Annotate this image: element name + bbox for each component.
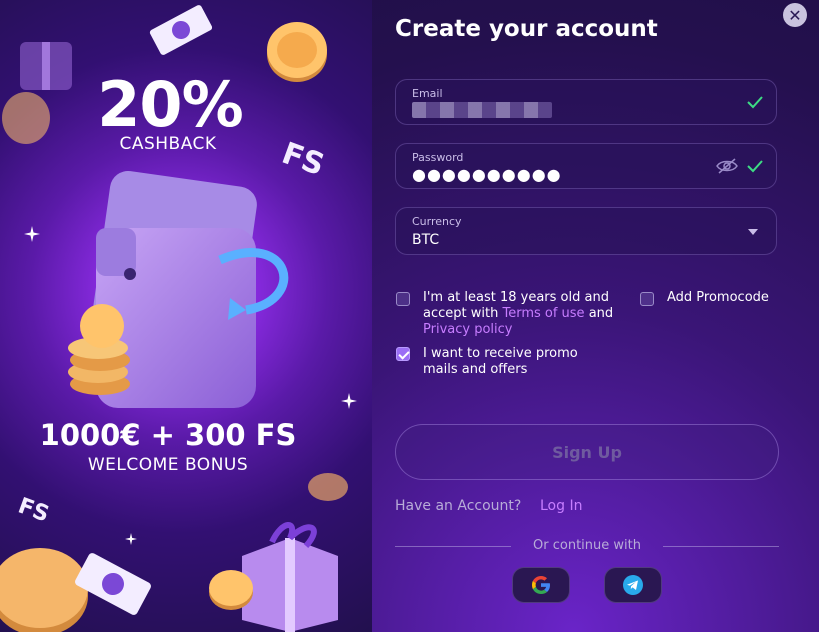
password-field[interactable]: Password ●●●●●●●●●● (395, 143, 777, 189)
fs-badge: FS (14, 493, 53, 528)
divider-right (663, 546, 779, 547)
coin-blur-icon (308, 473, 348, 501)
sparkle-icon (341, 393, 357, 409)
password-value: ●●●●●●●●●● (412, 165, 562, 184)
promo-mails-label: I want to receive promo mails and offers (423, 346, 578, 377)
signup-modal: FS FS 20% CASHBACK 1000€ + 300 FS WELCOM… (0, 0, 819, 632)
email-value-redacted (412, 102, 552, 118)
currency-select[interactable]: Currency BTC (395, 207, 777, 255)
email-field[interactable]: Email (395, 79, 777, 125)
promocode-label: Add Promocode (667, 290, 769, 305)
terms-of-use-link[interactable]: Terms of use (502, 306, 584, 321)
currency-value: BTC (412, 232, 440, 248)
age-terms-checkbox[interactable] (396, 292, 410, 306)
privacy-policy-link[interactable]: Privacy policy (423, 322, 512, 337)
telegram-icon (623, 575, 643, 595)
close-button[interactable]: ✕ (783, 3, 807, 27)
banknote-icon (149, 5, 213, 55)
password-label: Password (412, 151, 464, 164)
chevron-down-icon (748, 229, 758, 235)
close-icon: ✕ (788, 5, 802, 25)
coin-stack-icon (68, 304, 130, 395)
banknote-icon (75, 553, 151, 615)
cashback-value: 20% (97, 68, 243, 141)
cashback-label: CASHBACK (119, 134, 217, 154)
eye-hidden-icon[interactable] (716, 158, 738, 174)
age-terms-text: I'm at least 18 years old and accept wit… (423, 290, 619, 338)
bonus-label: WELCOME BONUS (87, 455, 249, 475)
promo-mails-checkbox[interactable] (396, 347, 410, 361)
signup-form: Create your account Email Password ●●●●●… (395, 0, 779, 632)
google-login-button[interactable] (512, 567, 570, 603)
currency-label: Currency (412, 215, 462, 228)
valid-check-icon (747, 160, 763, 173)
google-icon (532, 576, 550, 594)
promo-panel: FS FS 20% CASHBACK 1000€ + 300 FS WELCOM… (0, 0, 372, 632)
have-account-text: Have an Account? (395, 498, 522, 514)
promocode-checkbox[interactable] (640, 292, 654, 306)
sparkle-icon (24, 226, 40, 242)
telegram-login-button[interactable] (604, 567, 662, 603)
valid-check-icon (747, 96, 763, 109)
bonus-value: 1000€ + 300 FS (39, 418, 297, 452)
form-title: Create your account (395, 16, 658, 42)
log-in-link[interactable]: Log In (540, 498, 582, 514)
email-label: Email (412, 87, 443, 100)
age-terms-text-part: and (584, 306, 614, 321)
coin-icon (209, 570, 253, 610)
sign-up-button[interactable]: Sign Up (395, 424, 779, 480)
